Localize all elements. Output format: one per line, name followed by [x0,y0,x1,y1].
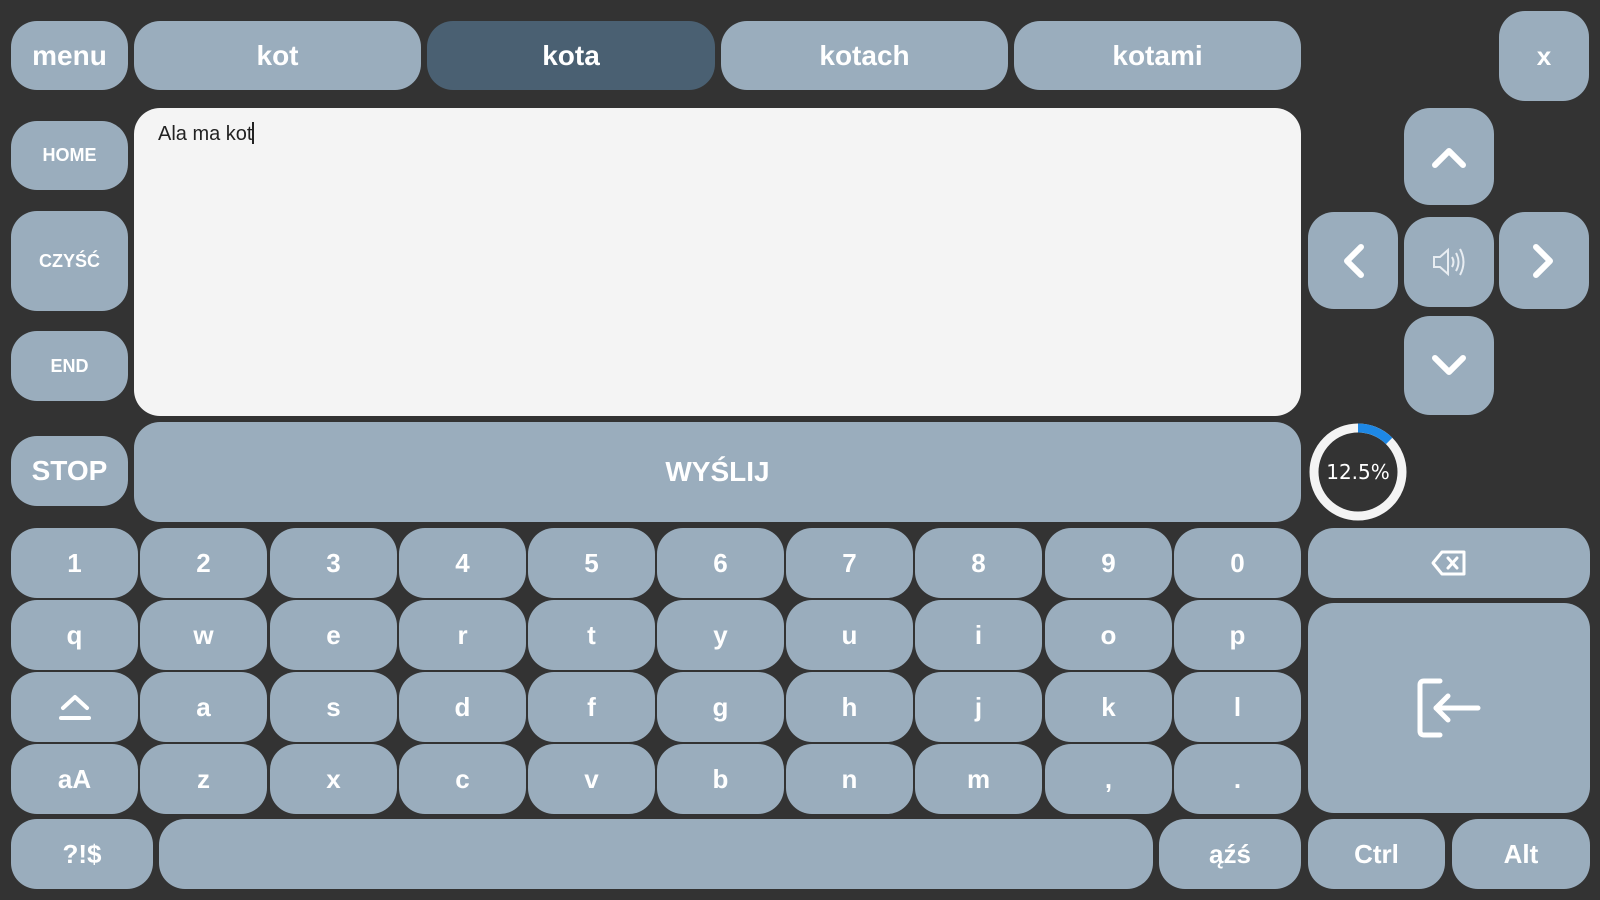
alt-key[interactable]: Alt [1452,819,1590,889]
symbols-key[interactable]: ?!$ [11,819,153,889]
arrow-left-button[interactable] [1308,212,1398,309]
progress-label: 12.5% [1326,460,1390,484]
key-w[interactable]: w [140,600,267,670]
key-h[interactable]: h [786,672,913,742]
key-9[interactable]: 9 [1045,528,1172,598]
chevron-right-icon [1532,243,1556,279]
key-z[interactable]: z [140,744,267,814]
case-toggle-key[interactable]: aA [11,744,138,814]
key-u[interactable]: u [786,600,913,670]
key-r[interactable]: r [399,600,526,670]
close-button[interactable]: x [1499,11,1589,101]
key-j[interactable]: j [915,672,1042,742]
message-textarea[interactable]: Ala ma kot [134,108,1301,416]
stop-button[interactable]: STOP [11,436,128,506]
home-button[interactable]: HOME [11,121,128,190]
speaker-icon [1431,247,1467,277]
key-4[interactable]: 4 [399,528,526,598]
text-caret [252,122,255,144]
backspace-icon [1431,550,1467,576]
suggestion-kotami[interactable]: kotami [1014,21,1301,90]
key-v[interactable]: v [528,744,655,814]
message-text: Ala ma kot [158,123,253,145]
key-3[interactable]: 3 [270,528,397,598]
key-period[interactable]: . [1174,744,1301,814]
chevron-left-icon [1341,243,1365,279]
key-d[interactable]: d [399,672,526,742]
space-key[interactable] [159,819,1153,889]
key-x[interactable]: x [270,744,397,814]
chevron-up-icon [1431,145,1467,169]
key-i[interactable]: i [915,600,1042,670]
key-p[interactable]: p [1174,600,1301,670]
key-y[interactable]: y [657,600,784,670]
speak-button[interactable] [1404,217,1494,307]
key-t[interactable]: t [528,600,655,670]
key-l[interactable]: l [1174,672,1301,742]
shift-icon [58,690,92,724]
backspace-key[interactable] [1308,528,1590,598]
enter-key[interactable] [1308,603,1590,813]
key-1[interactable]: 1 [11,528,138,598]
diacritics-key[interactable]: ąźś [1159,819,1301,889]
key-c[interactable]: c [399,744,526,814]
key-k[interactable]: k [1045,672,1172,742]
progress-indicator: 12.5% [1308,422,1408,522]
chevron-down-icon [1431,354,1467,378]
arrow-right-button[interactable] [1499,212,1589,309]
key-a[interactable]: a [140,672,267,742]
key-g[interactable]: g [657,672,784,742]
arrow-down-button[interactable] [1404,316,1494,415]
key-q[interactable]: q [11,600,138,670]
key-0[interactable]: 0 [1174,528,1301,598]
key-b[interactable]: b [657,744,784,814]
suggestion-kot[interactable]: kot [134,21,421,90]
end-button[interactable]: END [11,331,128,401]
menu-button[interactable]: menu [11,21,128,90]
send-button[interactable]: WYŚLIJ [134,422,1301,522]
key-n[interactable]: n [786,744,913,814]
clear-button[interactable]: CZYŚĆ [11,211,128,311]
shift-key[interactable] [11,672,138,742]
key-m[interactable]: m [915,744,1042,814]
key-5[interactable]: 5 [528,528,655,598]
arrow-up-button[interactable] [1404,108,1494,205]
enter-icon [1416,678,1482,738]
key-2[interactable]: 2 [140,528,267,598]
key-s[interactable]: s [270,672,397,742]
key-8[interactable]: 8 [915,528,1042,598]
key-f[interactable]: f [528,672,655,742]
suggestion-kotach[interactable]: kotach [721,21,1008,90]
suggestion-kota[interactable]: kota [427,21,715,90]
key-o[interactable]: o [1045,600,1172,670]
key-6[interactable]: 6 [657,528,784,598]
key-7[interactable]: 7 [786,528,913,598]
key-comma[interactable]: , [1045,744,1172,814]
key-e[interactable]: e [270,600,397,670]
ctrl-key[interactable]: Ctrl [1308,819,1445,889]
